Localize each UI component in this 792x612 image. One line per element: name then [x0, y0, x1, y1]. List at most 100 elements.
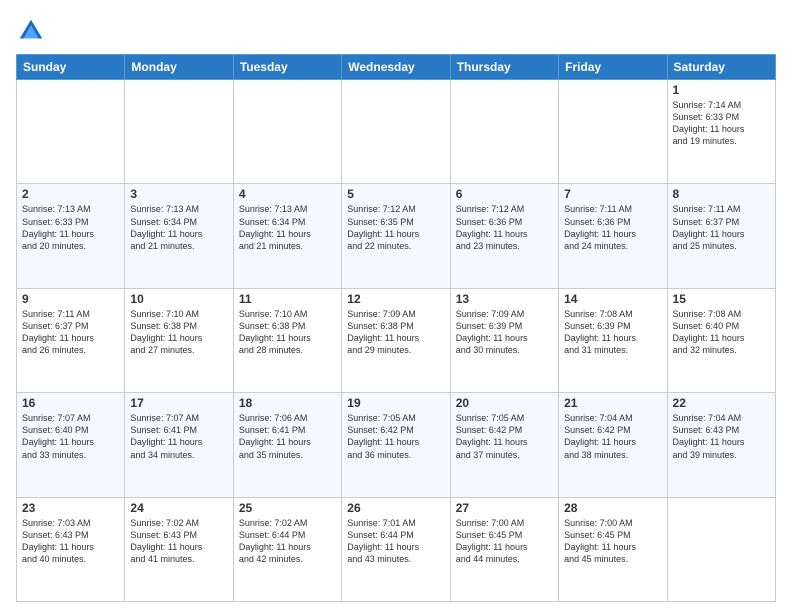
day-info: Sunrise: 7:13 AM Sunset: 6:34 PM Dayligh… [130, 203, 227, 252]
day-number: 6 [456, 187, 553, 201]
day-number: 20 [456, 396, 553, 410]
day-number: 4 [239, 187, 336, 201]
weekday-saturday: Saturday [667, 55, 775, 80]
day-number: 18 [239, 396, 336, 410]
day-number: 11 [239, 292, 336, 306]
calendar-cell [342, 80, 450, 184]
calendar-cell: 18 Sunrise: 7:06 AM Sunset: 6:41 PM Dayli… [233, 393, 341, 497]
calendar-cell: 14 Sunrise: 7:08 AM Sunset: 6:39 PM Dayli… [559, 288, 667, 392]
day-info: Sunrise: 7:03 AM Sunset: 6:43 PM Dayligh… [22, 517, 119, 566]
day-number: 1 [673, 83, 770, 97]
day-number: 27 [456, 501, 553, 515]
calendar-cell: 22Sunrise: 7:04 AM Sunset: 6:43 PM Dayli… [667, 393, 775, 497]
weekday-friday: Friday [559, 55, 667, 80]
day-number: 10 [130, 292, 227, 306]
calendar-cell: 4 Sunrise: 7:13 AM Sunset: 6:34 PM Daylig… [233, 184, 341, 288]
calendar-cell: 10 Sunrise: 7:10 AM Sunset: 6:38 PM Dayli… [125, 288, 233, 392]
day-number: 19 [347, 396, 444, 410]
calendar-cell: 23Sunrise: 7:03 AM Sunset: 6:43 PM Dayli… [17, 497, 125, 601]
weekday-sunday: Sunday [17, 55, 125, 80]
day-info: Sunrise: 7:00 AM Sunset: 6:45 PM Dayligh… [564, 517, 661, 566]
day-info: Sunrise: 7:08 AM Sunset: 6:39 PM Dayligh… [564, 308, 661, 357]
calendar-cell: 27 Sunrise: 7:00 AM Sunset: 6:45 PM Dayli… [450, 497, 558, 601]
day-info: Sunrise: 7:10 AM Sunset: 6:38 PM Dayligh… [130, 308, 227, 357]
calendar-cell [667, 497, 775, 601]
week-row-1: 1 Sunrise: 7:14 AM Sunset: 6:33 PM Daylig… [17, 80, 776, 184]
calendar-cell [125, 80, 233, 184]
day-info: Sunrise: 7:13 AM Sunset: 6:34 PM Dayligh… [239, 203, 336, 252]
day-number: 3 [130, 187, 227, 201]
day-info: Sunrise: 7:11 AM Sunset: 6:37 PM Dayligh… [673, 203, 770, 252]
calendar-cell: 15 Sunrise: 7:08 AM Sunset: 6:40 PM Dayli… [667, 288, 775, 392]
day-number: 8 [673, 187, 770, 201]
weekday-tuesday: Tuesday [233, 55, 341, 80]
calendar-table: SundayMondayTuesdayWednesdayThursdayFrid… [16, 54, 776, 602]
day-info: Sunrise: 7:12 AM Sunset: 6:36 PM Dayligh… [456, 203, 553, 252]
day-info: Sunrise: 7:00 AM Sunset: 6:45 PM Dayligh… [456, 517, 553, 566]
page: SundayMondayTuesdayWednesdayThursdayFrid… [0, 0, 792, 612]
calendar-cell: 7 Sunrise: 7:11 AM Sunset: 6:36 PM Daylig… [559, 184, 667, 288]
day-info: Sunrise: 7:13 AM Sunset: 6:33 PM Dayligh… [22, 203, 119, 252]
week-row-4: 16 Sunrise: 7:07 AM Sunset: 6:40 PM Dayli… [17, 393, 776, 497]
day-info: Sunrise: 7:11 AM Sunset: 6:37 PM Dayligh… [22, 308, 119, 357]
calendar-cell: 20 Sunrise: 7:05 AM Sunset: 6:42 PM Dayli… [450, 393, 558, 497]
weekday-thursday: Thursday [450, 55, 558, 80]
calendar-cell: 11 Sunrise: 7:10 AM Sunset: 6:38 PM Dayli… [233, 288, 341, 392]
day-info: Sunrise: 7:02 AM Sunset: 6:44 PM Dayligh… [239, 517, 336, 566]
weekday-wednesday: Wednesday [342, 55, 450, 80]
week-row-3: 9 Sunrise: 7:11 AM Sunset: 6:37 PM Daylig… [17, 288, 776, 392]
day-info: Sunrise: 7:07 AM Sunset: 6:40 PM Dayligh… [22, 412, 119, 461]
calendar-header: SundayMondayTuesdayWednesdayThursdayFrid… [17, 55, 776, 80]
calendar-cell: 13 Sunrise: 7:09 AM Sunset: 6:39 PM Dayli… [450, 288, 558, 392]
day-info: Sunrise: 7:07 AM Sunset: 6:41 PM Dayligh… [130, 412, 227, 461]
calendar-cell: 2 Sunrise: 7:13 AM Sunset: 6:33 PM Daylig… [17, 184, 125, 288]
week-row-5: 23Sunrise: 7:03 AM Sunset: 6:43 PM Dayli… [17, 497, 776, 601]
calendar-cell: 26 Sunrise: 7:01 AM Sunset: 6:44 PM Dayli… [342, 497, 450, 601]
header [16, 16, 776, 46]
calendar-cell: 28 Sunrise: 7:00 AM Sunset: 6:45 PM Dayli… [559, 497, 667, 601]
calendar-body: 1 Sunrise: 7:14 AM Sunset: 6:33 PM Daylig… [17, 80, 776, 602]
day-info: Sunrise: 7:04 AM Sunset: 6:42 PM Dayligh… [564, 412, 661, 461]
calendar-cell: 8 Sunrise: 7:11 AM Sunset: 6:37 PM Daylig… [667, 184, 775, 288]
weekday-row: SundayMondayTuesdayWednesdayThursdayFrid… [17, 55, 776, 80]
calendar-cell [450, 80, 558, 184]
calendar-cell [233, 80, 341, 184]
day-number: 28 [564, 501, 661, 515]
day-number: 13 [456, 292, 553, 306]
day-info: Sunrise: 7:14 AM Sunset: 6:33 PM Dayligh… [673, 99, 770, 148]
calendar-cell: 25 Sunrise: 7:02 AM Sunset: 6:44 PM Dayli… [233, 497, 341, 601]
day-info: Sunrise: 7:06 AM Sunset: 6:41 PM Dayligh… [239, 412, 336, 461]
weekday-monday: Monday [125, 55, 233, 80]
calendar-cell: 12Sunrise: 7:09 AM Sunset: 6:38 PM Dayli… [342, 288, 450, 392]
logo-icon [16, 16, 46, 46]
day-number: 25 [239, 501, 336, 515]
day-info: Sunrise: 7:04 AM Sunset: 6:43 PM Dayligh… [673, 412, 770, 461]
day-number: 2 [22, 187, 119, 201]
day-number: 14 [564, 292, 661, 306]
calendar-cell: 17Sunrise: 7:07 AM Sunset: 6:41 PM Dayli… [125, 393, 233, 497]
calendar-cell: 21 Sunrise: 7:04 AM Sunset: 6:42 PM Dayli… [559, 393, 667, 497]
day-info: Sunrise: 7:10 AM Sunset: 6:38 PM Dayligh… [239, 308, 336, 357]
day-number: 7 [564, 187, 661, 201]
calendar-cell: 3 Sunrise: 7:13 AM Sunset: 6:34 PM Daylig… [125, 184, 233, 288]
day-info: Sunrise: 7:01 AM Sunset: 6:44 PM Dayligh… [347, 517, 444, 566]
calendar-cell: 1 Sunrise: 7:14 AM Sunset: 6:33 PM Daylig… [667, 80, 775, 184]
day-number: 16 [22, 396, 119, 410]
day-info: Sunrise: 7:05 AM Sunset: 6:42 PM Dayligh… [456, 412, 553, 461]
day-number: 15 [673, 292, 770, 306]
day-number: 12 [347, 292, 444, 306]
day-info: Sunrise: 7:05 AM Sunset: 6:42 PM Dayligh… [347, 412, 444, 461]
calendar-cell: 6 Sunrise: 7:12 AM Sunset: 6:36 PM Daylig… [450, 184, 558, 288]
day-info: Sunrise: 7:09 AM Sunset: 6:39 PM Dayligh… [456, 308, 553, 357]
calendar-cell [17, 80, 125, 184]
day-info: Sunrise: 7:08 AM Sunset: 6:40 PM Dayligh… [673, 308, 770, 357]
day-number: 9 [22, 292, 119, 306]
calendar-cell: 9 Sunrise: 7:11 AM Sunset: 6:37 PM Daylig… [17, 288, 125, 392]
week-row-2: 2 Sunrise: 7:13 AM Sunset: 6:33 PM Daylig… [17, 184, 776, 288]
day-info: Sunrise: 7:02 AM Sunset: 6:43 PM Dayligh… [130, 517, 227, 566]
day-number: 26 [347, 501, 444, 515]
calendar-cell [559, 80, 667, 184]
calendar-cell: 5Sunrise: 7:12 AM Sunset: 6:35 PM Daylig… [342, 184, 450, 288]
day-info: Sunrise: 7:11 AM Sunset: 6:36 PM Dayligh… [564, 203, 661, 252]
day-number: 21 [564, 396, 661, 410]
